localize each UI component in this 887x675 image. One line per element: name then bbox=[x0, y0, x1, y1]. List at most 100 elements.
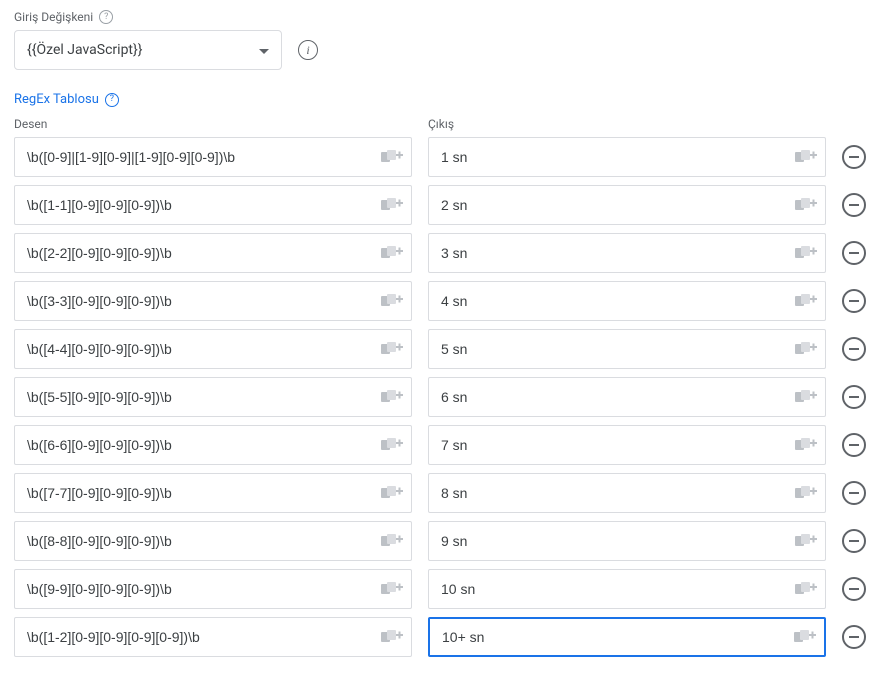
pattern-field bbox=[14, 569, 412, 609]
remove-row-button[interactable] bbox=[842, 529, 866, 553]
variable-insert-icon[interactable] bbox=[795, 293, 817, 309]
regex-table-label: RegEx Tablosu ? bbox=[14, 92, 873, 107]
variable-insert-icon[interactable] bbox=[381, 149, 403, 165]
variable-insert-icon[interactable] bbox=[381, 293, 403, 309]
pattern-field bbox=[14, 521, 412, 561]
output-input[interactable] bbox=[429, 186, 825, 224]
variable-insert-icon[interactable] bbox=[794, 629, 816, 645]
pattern-input[interactable] bbox=[15, 138, 411, 176]
pattern-input[interactable] bbox=[15, 426, 411, 464]
remove-row-button[interactable] bbox=[842, 193, 866, 217]
variable-insert-icon[interactable] bbox=[381, 533, 403, 549]
table-row bbox=[14, 233, 873, 273]
pattern-field bbox=[14, 617, 412, 657]
pattern-input[interactable] bbox=[15, 474, 411, 512]
variable-insert-icon[interactable] bbox=[795, 245, 817, 261]
output-input[interactable] bbox=[429, 330, 825, 368]
minus-icon bbox=[849, 444, 859, 446]
output-input[interactable] bbox=[429, 282, 825, 320]
help-icon[interactable]: ? bbox=[99, 10, 113, 24]
table-row bbox=[14, 521, 873, 561]
remove-row-button[interactable] bbox=[842, 337, 866, 361]
pattern-input[interactable] bbox=[15, 522, 411, 560]
variable-insert-icon[interactable] bbox=[795, 149, 817, 165]
variable-insert-icon[interactable] bbox=[795, 533, 817, 549]
input-variable-label: Giriş Değişkeni ? bbox=[14, 10, 873, 24]
input-variable-label-text: Giriş Değişkeni bbox=[14, 10, 93, 24]
table-row bbox=[14, 473, 873, 513]
minus-icon bbox=[849, 156, 859, 158]
pattern-input[interactable] bbox=[15, 330, 411, 368]
table-row bbox=[14, 329, 873, 369]
pattern-field bbox=[14, 185, 412, 225]
table-row bbox=[14, 617, 873, 657]
output-input[interactable] bbox=[429, 138, 825, 176]
output-input[interactable] bbox=[429, 426, 825, 464]
pattern-field bbox=[14, 233, 412, 273]
variable-insert-icon[interactable] bbox=[381, 629, 403, 645]
variable-insert-icon[interactable] bbox=[381, 389, 403, 405]
pattern-field bbox=[14, 425, 412, 465]
output-input[interactable] bbox=[429, 522, 825, 560]
pattern-field bbox=[14, 473, 412, 513]
minus-icon bbox=[849, 300, 859, 302]
output-field bbox=[428, 281, 826, 321]
remove-row-button[interactable] bbox=[842, 145, 866, 169]
pattern-field bbox=[14, 377, 412, 417]
column-header-output: Çıkış bbox=[428, 117, 826, 131]
regex-table-rows bbox=[14, 137, 873, 657]
minus-icon bbox=[849, 636, 859, 638]
remove-row-button[interactable] bbox=[842, 385, 866, 409]
variable-insert-icon[interactable] bbox=[795, 485, 817, 501]
variable-insert-icon[interactable] bbox=[795, 437, 817, 453]
variable-insert-icon[interactable] bbox=[381, 341, 403, 357]
output-input[interactable] bbox=[430, 619, 824, 655]
help-icon[interactable]: ? bbox=[105, 93, 119, 107]
output-field bbox=[428, 569, 826, 609]
remove-row-button[interactable] bbox=[842, 625, 866, 649]
variable-insert-icon[interactable] bbox=[381, 581, 403, 597]
pattern-input[interactable] bbox=[15, 378, 411, 416]
pattern-input[interactable] bbox=[15, 282, 411, 320]
minus-icon bbox=[849, 204, 859, 206]
output-input[interactable] bbox=[429, 378, 825, 416]
table-row bbox=[14, 425, 873, 465]
output-input[interactable] bbox=[429, 234, 825, 272]
minus-icon bbox=[849, 540, 859, 542]
input-variable-dropdown[interactable]: {{Özel JavaScript}} bbox=[14, 30, 282, 70]
variable-insert-icon[interactable] bbox=[381, 485, 403, 501]
info-icon[interactable]: i bbox=[298, 40, 318, 60]
output-field bbox=[428, 329, 826, 369]
remove-row-button[interactable] bbox=[842, 577, 866, 601]
pattern-input[interactable] bbox=[15, 186, 411, 224]
output-field bbox=[428, 233, 826, 273]
pattern-field bbox=[14, 281, 412, 321]
input-variable-value: {{Özel JavaScript}} bbox=[27, 42, 142, 58]
variable-insert-icon[interactable] bbox=[795, 197, 817, 213]
variable-insert-icon[interactable] bbox=[795, 581, 817, 597]
minus-icon bbox=[849, 588, 859, 590]
pattern-input[interactable] bbox=[15, 570, 411, 608]
output-input[interactable] bbox=[429, 570, 825, 608]
variable-insert-icon[interactable] bbox=[795, 341, 817, 357]
output-field bbox=[428, 473, 826, 513]
minus-icon bbox=[849, 396, 859, 398]
minus-icon bbox=[849, 252, 859, 254]
variable-insert-icon[interactable] bbox=[381, 245, 403, 261]
variable-insert-icon[interactable] bbox=[381, 437, 403, 453]
table-row bbox=[14, 281, 873, 321]
output-field bbox=[428, 425, 826, 465]
pattern-field bbox=[14, 137, 412, 177]
remove-row-button[interactable] bbox=[842, 481, 866, 505]
output-field bbox=[428, 617, 826, 657]
pattern-input[interactable] bbox=[15, 618, 411, 656]
remove-row-button[interactable] bbox=[842, 241, 866, 265]
chevron-down-icon bbox=[259, 42, 269, 58]
variable-insert-icon[interactable] bbox=[381, 197, 403, 213]
table-row bbox=[14, 377, 873, 417]
remove-row-button[interactable] bbox=[842, 433, 866, 457]
variable-insert-icon[interactable] bbox=[795, 389, 817, 405]
pattern-input[interactable] bbox=[15, 234, 411, 272]
remove-row-button[interactable] bbox=[842, 289, 866, 313]
output-input[interactable] bbox=[429, 474, 825, 512]
